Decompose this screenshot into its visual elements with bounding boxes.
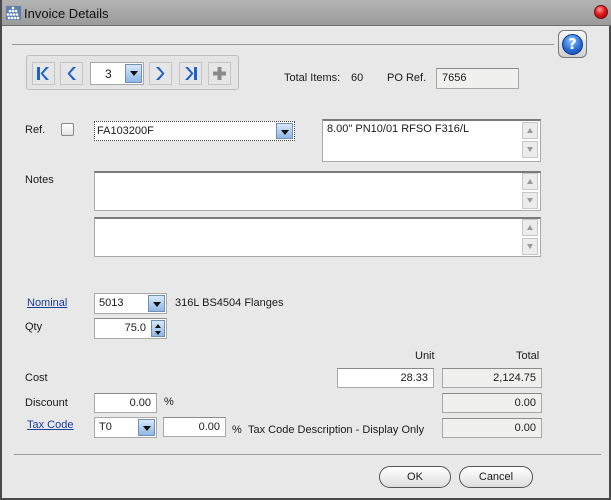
ref-description-textarea[interactable]: 8.00" PN10/01 RFSO F316/L [322, 119, 541, 162]
scroll-down-icon[interactable] [522, 192, 538, 209]
po-ref-field: 7656 [436, 68, 519, 89]
total-items-value: 60 [351, 72, 364, 84]
app-icon [6, 6, 21, 20]
invoice-details-dialog: Invoice Details ? 3 Total Items: 60 PO R… [0, 0, 611, 500]
plus-icon [213, 67, 226, 80]
ref-description-text: 8.00" PN10/01 RFSO F316/L [327, 123, 470, 135]
discount-total-field: 0.00 [442, 393, 542, 413]
footer-divider [14, 454, 601, 455]
discount-percent-symbol: % [164, 396, 174, 408]
notes-2-scrollbar[interactable] [522, 219, 538, 257]
nominal-code-combo[interactable]: 5013 [94, 293, 167, 314]
notes-label: Notes [25, 174, 54, 186]
scroll-up-icon[interactable] [522, 122, 538, 139]
spin-down-icon[interactable] [155, 331, 161, 335]
help-button[interactable]: ? [558, 30, 587, 58]
nominal-link[interactable]: Nominal [27, 297, 67, 309]
tax-total-value: 0.00 [514, 422, 536, 434]
last-icon [185, 67, 197, 80]
tax-code-dropdown-button[interactable] [138, 419, 155, 436]
record-number-combo[interactable]: 3 [90, 62, 144, 85]
qty-label: Qty [25, 321, 43, 333]
ref-code-value: FA103200F [97, 125, 154, 137]
po-ref-label: PO Ref. [387, 72, 427, 84]
notes-textarea-2[interactable] [94, 217, 541, 257]
tax-rate-field[interactable]: 0.00 [163, 417, 226, 437]
help-icon: ? [562, 34, 583, 55]
window-title: Invoice Details [24, 6, 109, 21]
notes-1-scrollbar[interactable] [522, 173, 538, 211]
discount-total-value: 0.00 [514, 397, 536, 409]
record-number-value: 3 [105, 67, 112, 81]
discount-label: Discount [25, 397, 68, 409]
nominal-description: 316L BS4504 Flanges [175, 297, 284, 309]
first-record-button[interactable] [32, 62, 55, 85]
tax-percent-symbol: % [232, 424, 242, 436]
po-ref-value: 7656 [442, 72, 467, 84]
tax-code-combo[interactable]: T0 [94, 417, 157, 438]
discount-percent-value: 0.00 [129, 397, 151, 409]
ok-button[interactable]: OK [379, 466, 451, 488]
tax-code-link[interactable]: Tax Code [27, 419, 73, 431]
scroll-up-icon[interactable] [522, 173, 538, 190]
ref-description-scrollbar[interactable] [522, 122, 538, 160]
unit-column-header: Unit [415, 350, 435, 362]
cost-total-value: 2,124.75 [493, 372, 536, 384]
ref-dropdown-button[interactable] [276, 123, 293, 139]
tax-code-value: T0 [99, 421, 112, 433]
scroll-down-icon[interactable] [522, 238, 538, 255]
tax-total-field: 0.00 [442, 418, 542, 438]
ref-code-combo[interactable]: FA103200F [94, 121, 295, 141]
cost-total-field: 2,124.75 [442, 368, 542, 388]
last-record-button[interactable] [179, 62, 202, 85]
add-record-button[interactable] [208, 62, 231, 85]
spin-up-icon[interactable] [155, 324, 161, 328]
first-icon [37, 67, 49, 80]
notes-textarea-1[interactable] [94, 171, 541, 211]
chevron-left-icon [67, 67, 76, 80]
cost-unit-value: 28.33 [400, 372, 428, 384]
qty-value: 75.0 [124, 322, 146, 334]
previous-record-button[interactable] [60, 62, 83, 85]
cost-unit-field[interactable]: 28.33 [337, 368, 434, 388]
discount-percent-field[interactable]: 0.00 [94, 393, 157, 413]
nominal-dropdown-button[interactable] [148, 295, 165, 312]
header-divider [12, 44, 554, 45]
cost-label: Cost [25, 372, 48, 384]
ref-label: Ref. [25, 124, 46, 136]
tax-rate-value: 0.00 [198, 421, 220, 433]
total-column-header: Total [516, 350, 540, 362]
scroll-up-icon[interactable] [522, 219, 538, 236]
qty-spinner[interactable] [151, 320, 165, 337]
qty-stepper[interactable]: 75.0 [94, 318, 167, 339]
close-button[interactable] [594, 5, 608, 19]
cancel-button[interactable]: Cancel [459, 466, 533, 488]
record-dropdown-button[interactable] [125, 64, 142, 83]
scroll-down-icon[interactable] [522, 141, 538, 158]
next-record-button[interactable] [149, 62, 172, 85]
ref-checkbox[interactable] [61, 123, 74, 136]
total-items-label: Total Items: [284, 72, 341, 84]
chevron-right-icon [156, 67, 165, 80]
record-navigator: 3 [26, 55, 239, 90]
title-bar: Invoice Details [2, 0, 611, 26]
tax-code-description: Tax Code Description - Display Only [248, 424, 425, 436]
nominal-code-value: 5013 [99, 297, 124, 309]
